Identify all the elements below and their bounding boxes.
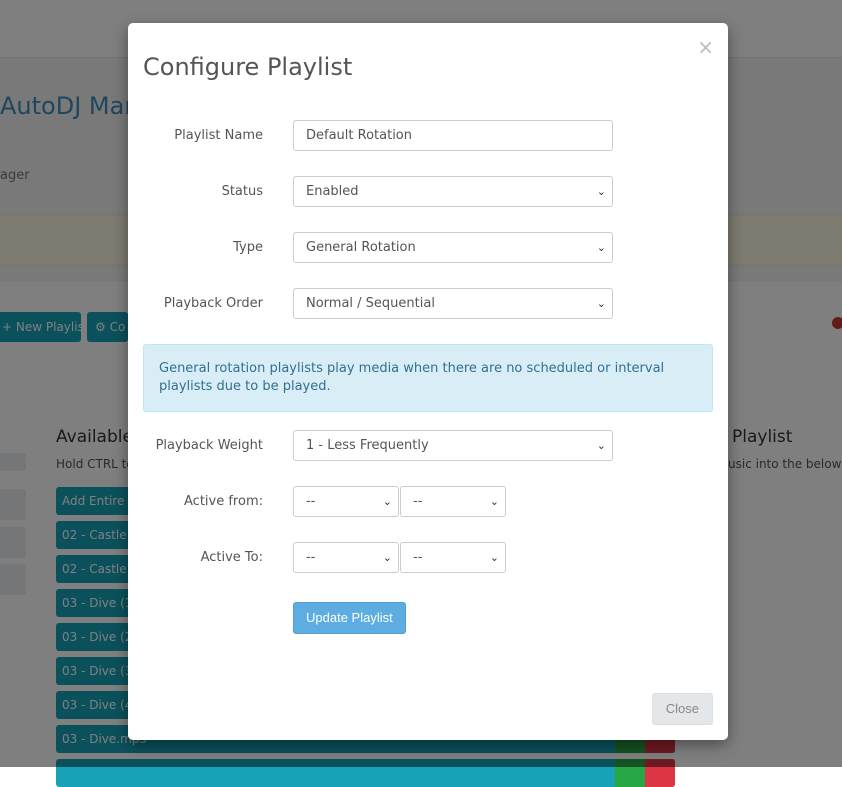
- chevron-down-icon: ⌄: [382, 495, 392, 508]
- active-from-minute-value: --: [413, 494, 423, 509]
- configure-playlist-modal: × Configure Playlist Playlist Name Defau…: [128, 23, 728, 740]
- chevron-down-icon: ⌄: [382, 551, 392, 564]
- active-from-label: Active from:: [184, 494, 263, 509]
- playback-order-select[interactable]: Normal / Sequential ⌄: [293, 288, 613, 319]
- chevron-down-icon: ⌄: [489, 551, 499, 564]
- modal-title: Configure Playlist: [143, 53, 353, 81]
- active-from-row: Active from: -- ⌄ -- ⌄: [143, 486, 713, 518]
- playlist-name-label: Playlist Name: [174, 128, 263, 143]
- playback-weight-value: 1 - Less Frequently: [306, 438, 429, 453]
- type-row: Type General Rotation ⌄: [143, 232, 713, 264]
- type-select[interactable]: General Rotation ⌄: [293, 232, 613, 263]
- active-to-minute-value: --: [413, 550, 423, 565]
- active-to-hour-value: --: [306, 550, 316, 565]
- active-to-row: Active To: -- ⌄ -- ⌄: [143, 542, 713, 574]
- active-from-minute-select[interactable]: -- ⌄: [400, 486, 506, 517]
- active-from-hour-select[interactable]: -- ⌄: [293, 486, 399, 517]
- playback-weight-row: Playback Weight 1 - Less Frequently ⌄: [143, 430, 713, 462]
- type-value: General Rotation: [306, 240, 416, 255]
- update-playlist-button[interactable]: Update Playlist: [293, 602, 406, 634]
- chevron-down-icon: ⌄: [596, 297, 606, 310]
- playlist-name-row: Playlist Name Default Rotation: [143, 120, 713, 152]
- playback-order-row: Playback Order Normal / Sequential ⌄: [143, 288, 713, 320]
- close-icon[interactable]: ×: [697, 37, 714, 57]
- active-to-label: Active To:: [200, 550, 263, 565]
- status-row: Status Enabled ⌄: [143, 176, 713, 208]
- chevron-down-icon: ⌄: [489, 495, 499, 508]
- chevron-down-icon: ⌄: [596, 439, 606, 452]
- playback-weight-label: Playback Weight: [155, 438, 263, 453]
- type-label: Type: [233, 240, 263, 255]
- chevron-down-icon: ⌄: [596, 185, 606, 198]
- active-from-hour-value: --: [306, 494, 316, 509]
- status-label: Status: [221, 184, 263, 199]
- playback-weight-select[interactable]: 1 - Less Frequently ⌄: [293, 430, 613, 461]
- info-alert: General rotation playlists play media wh…: [143, 344, 713, 412]
- close-button[interactable]: Close: [651, 693, 713, 725]
- playlist-name-value: Default Rotation: [306, 128, 412, 143]
- active-to-hour-select[interactable]: -- ⌄: [293, 542, 399, 573]
- playback-order-value: Normal / Sequential: [306, 296, 435, 311]
- status-select[interactable]: Enabled ⌄: [293, 176, 613, 207]
- status-value: Enabled: [306, 184, 359, 199]
- active-to-minute-select[interactable]: -- ⌄: [400, 542, 506, 573]
- playlist-name-input[interactable]: Default Rotation: [293, 120, 613, 151]
- chevron-down-icon: ⌄: [596, 241, 606, 254]
- playback-order-label: Playback Order: [163, 296, 263, 311]
